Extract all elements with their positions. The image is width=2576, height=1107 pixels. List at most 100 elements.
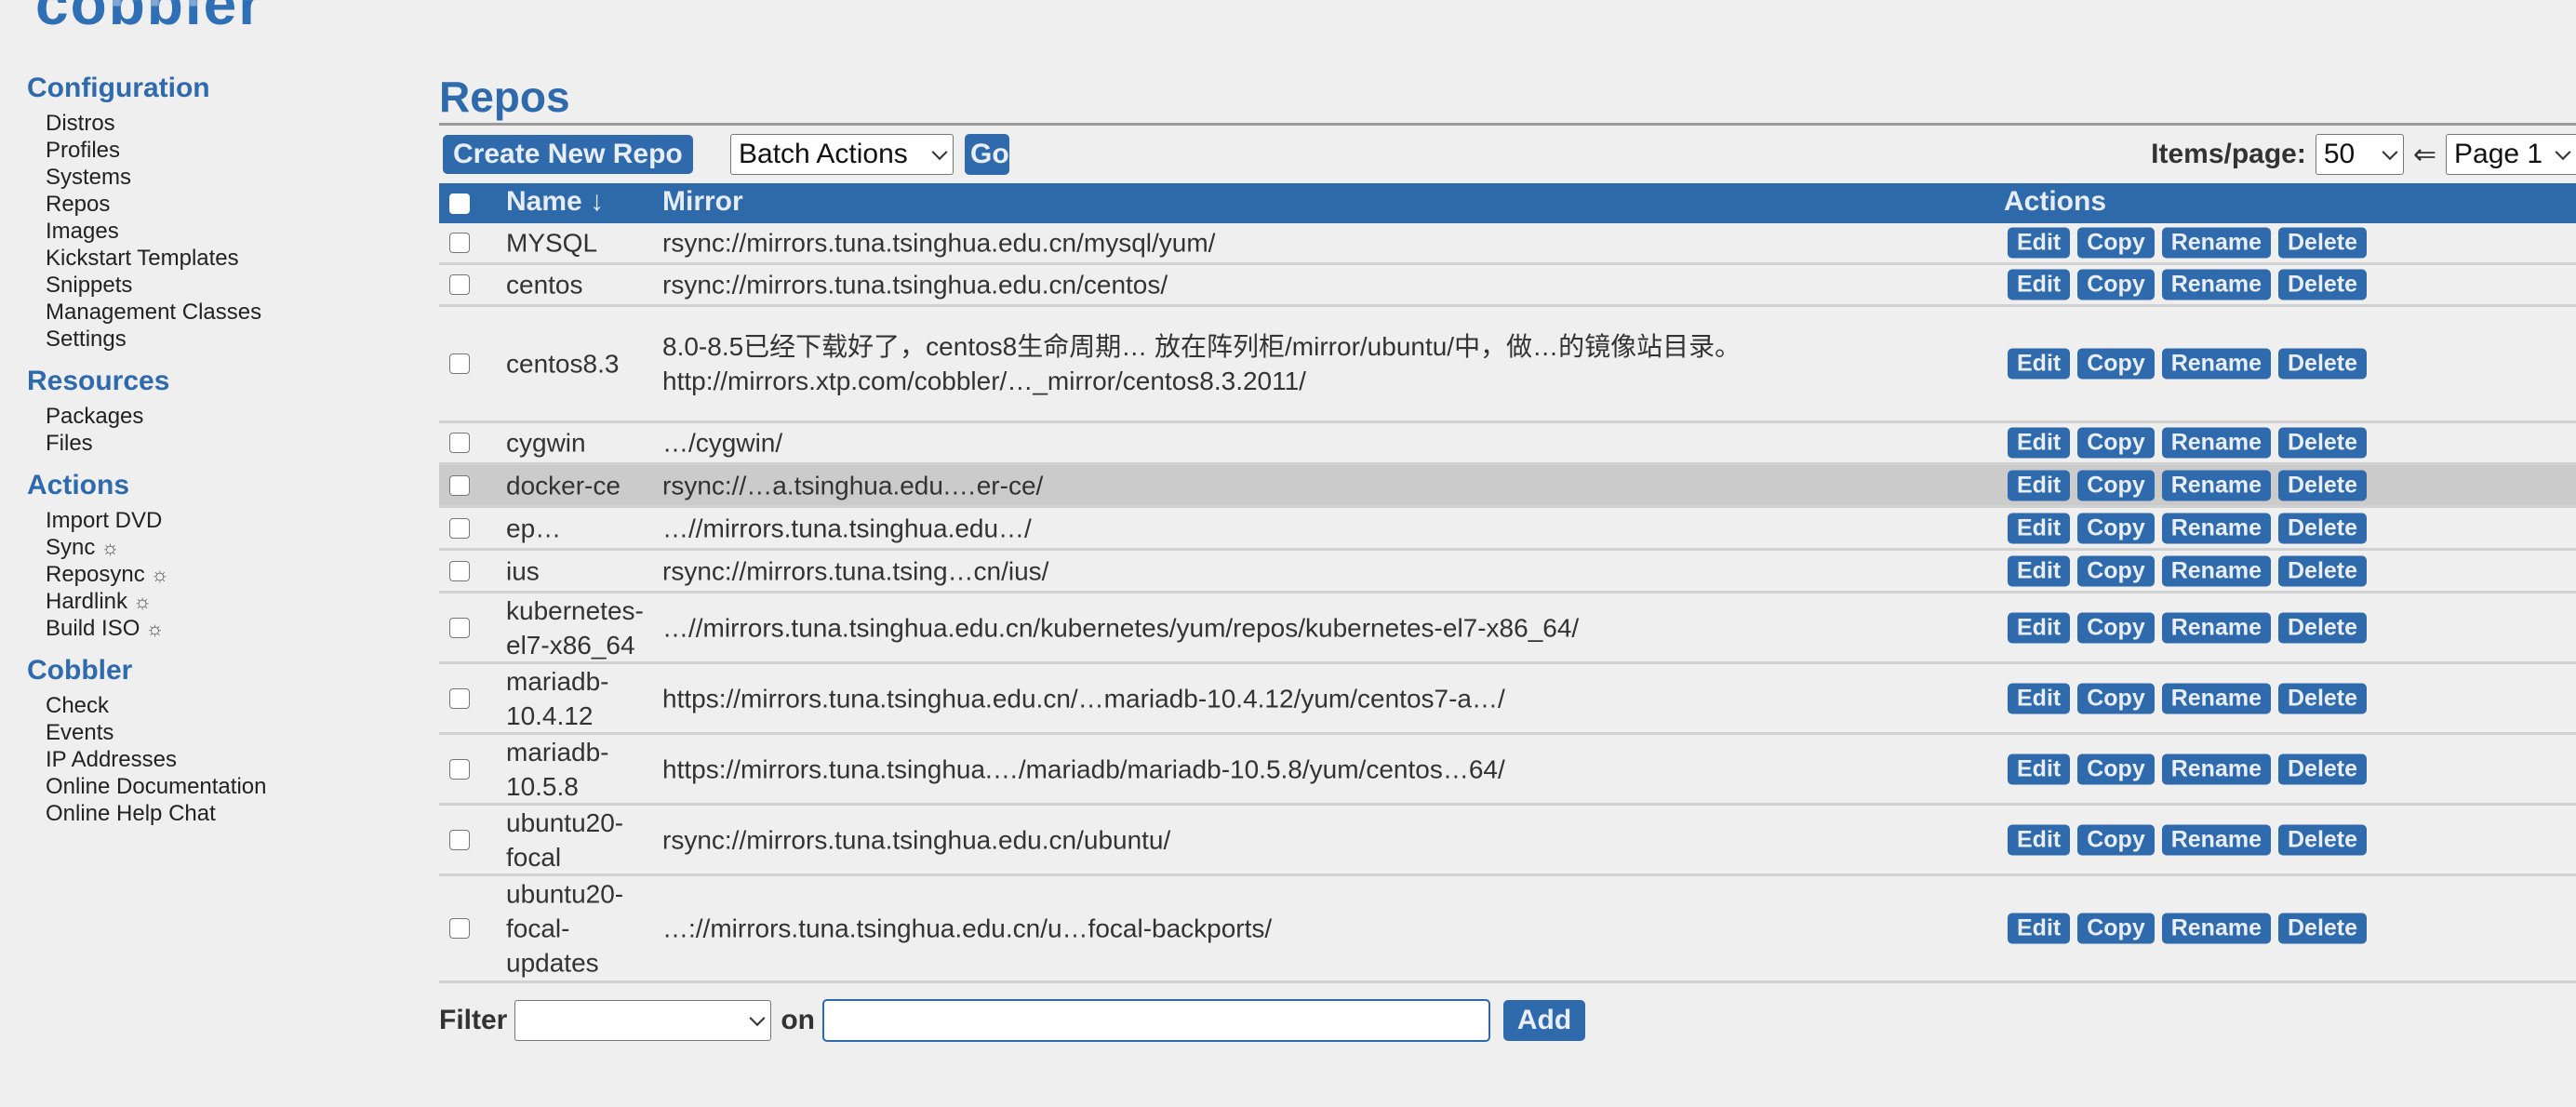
delete-button[interactable]: Delete [2277, 470, 2368, 500]
page-select[interactable]: Page 1 [2446, 134, 2576, 175]
sidebar-item-events[interactable]: Events [46, 719, 399, 746]
edit-button[interactable]: Edit [2008, 612, 2071, 643]
delete-button[interactable]: Delete [2277, 555, 2368, 586]
edit-button[interactable]: Edit [2008, 348, 2071, 380]
delete-button[interactable]: Delete [2277, 513, 2368, 543]
delete-button[interactable]: Delete [2277, 427, 2368, 459]
sidebar-item-ip-addresses[interactable]: IP Addresses [46, 746, 399, 773]
row-checkbox[interactable] [449, 353, 470, 374]
filter-value-input[interactable] [822, 999, 1491, 1042]
edit-button[interactable]: Edit [2008, 269, 2071, 300]
filter-field-select[interactable] [514, 1000, 772, 1041]
delete-button[interactable]: Delete [2277, 683, 2368, 714]
batch-actions-select[interactable]: Batch Actions [730, 134, 954, 175]
row-checkbox[interactable] [449, 433, 470, 453]
go-button[interactable]: Go [965, 134, 1009, 175]
page-title: Repos [439, 73, 570, 121]
edit-button[interactable]: Edit [2008, 513, 2071, 543]
row-checkbox[interactable] [449, 687, 470, 709]
items-per-page-select[interactable]: 50 [2315, 134, 2404, 175]
rename-button[interactable]: Rename [2161, 555, 2271, 586]
sidebar-item-systems[interactable]: Systems [46, 164, 399, 191]
rename-button[interactable]: Rename [2161, 269, 2271, 300]
copy-button[interactable]: Copy [2077, 754, 2155, 784]
create-new-repo-button[interactable]: Create New Repo [443, 135, 693, 174]
sidebar-item-repos[interactable]: Repos [46, 191, 399, 218]
row-checkbox[interactable] [449, 918, 470, 939]
sidebar-item-snippets[interactable]: Snippets [46, 272, 399, 299]
rename-button[interactable]: Rename [2161, 427, 2271, 459]
copy-button[interactable]: Copy [2077, 612, 2155, 643]
delete-button[interactable]: Delete [2277, 612, 2368, 643]
repo-name: ubuntu20-focal [506, 807, 624, 872]
select-all-checkbox[interactable] [449, 193, 470, 214]
edit-button[interactable]: Edit [2008, 754, 2071, 784]
sidebar-item-management-classes[interactable]: Management Classes [46, 299, 399, 326]
add-filter-button[interactable]: Add [1503, 1000, 1586, 1041]
row-checkbox[interactable] [449, 233, 470, 253]
sidebar-item-kickstart-templates[interactable]: Kickstart Templates [46, 245, 399, 272]
prev-page-arrow-icon[interactable]: ⇐ [2413, 139, 2436, 171]
copy-button[interactable]: Copy [2077, 470, 2155, 500]
cobbler-logo[interactable]: cobbler cobbler [35, 0, 352, 43]
sidebar-item-reposync[interactable]: Reposync ☼ [46, 561, 399, 588]
edit-button[interactable]: Edit [2008, 683, 2071, 714]
sidebar-heading: Configuration [27, 73, 210, 103]
edit-button[interactable]: Edit [2008, 913, 2071, 944]
row-checkbox[interactable] [449, 829, 470, 850]
rename-button[interactable]: Rename [2161, 913, 2271, 944]
edit-button[interactable]: Edit [2008, 427, 2071, 459]
row-checkbox[interactable] [449, 560, 470, 581]
sidebar-item-label: Files [46, 431, 93, 456]
copy-button[interactable]: Copy [2077, 913, 2155, 944]
sidebar-item-check[interactable]: Check [46, 692, 399, 719]
row-actions: Edit Copy Rename Delete [2008, 612, 2368, 643]
edit-button[interactable]: Edit [2008, 470, 2071, 500]
row-checkbox[interactable] [449, 474, 470, 496]
sidebar-item-import-dvd[interactable]: Import DVD [46, 507, 399, 534]
rename-button[interactable]: Rename [2161, 513, 2271, 543]
sidebar-item-packages[interactable]: Packages [46, 403, 399, 430]
edit-button[interactable]: Edit [2008, 555, 2071, 586]
sidebar-item-profiles[interactable]: Profiles [46, 137, 399, 164]
table-row: ubuntu20-focal rsync://mirrors.tuna.tsing… [439, 806, 2576, 876]
sidebar-item-build-iso[interactable]: Build ISO ☼ [46, 615, 399, 642]
edit-button[interactable]: Edit [2008, 227, 2071, 259]
sidebar-item-sync[interactable]: Sync ☼ [46, 534, 399, 561]
rename-button[interactable]: Rename [2161, 683, 2271, 714]
delete-button[interactable]: Delete [2277, 269, 2368, 300]
rename-button[interactable]: Rename [2161, 612, 2271, 643]
delete-button[interactable]: Delete [2277, 913, 2368, 944]
copy-button[interactable]: Copy [2077, 513, 2155, 543]
column-header-name[interactable]: Name ↓ [506, 186, 604, 218]
sidebar-item-online-documentation[interactable]: Online Documentation [46, 773, 399, 800]
delete-button[interactable]: Delete [2277, 227, 2368, 259]
copy-button[interactable]: Copy [2077, 683, 2155, 714]
delete-button[interactable]: Delete [2277, 348, 2368, 380]
sidebar-item-files[interactable]: Files [46, 430, 399, 457]
delete-button[interactable]: Delete [2277, 824, 2368, 855]
sidebar-item-settings[interactable]: Settings [46, 326, 399, 353]
copy-button[interactable]: Copy [2077, 555, 2155, 586]
row-checkbox[interactable] [449, 517, 470, 539]
sidebar-item-hardlink[interactable]: Hardlink ☼ [46, 588, 399, 615]
copy-button[interactable]: Copy [2077, 824, 2155, 855]
edit-button[interactable]: Edit [2008, 824, 2071, 855]
copy-button[interactable]: Copy [2077, 348, 2155, 380]
sidebar-item-online-help-chat[interactable]: Online Help Chat [46, 800, 399, 827]
rename-button[interactable]: Rename [2161, 470, 2271, 500]
row-checkbox[interactable] [449, 617, 470, 638]
row-checkbox[interactable] [449, 274, 470, 295]
row-checkbox[interactable] [449, 758, 470, 780]
rename-button[interactable]: Rename [2161, 227, 2271, 259]
sidebar-item-images[interactable]: Images [46, 218, 399, 245]
table-body: MYSQL rsync://mirrors.tuna.tsinghua.edu.c… [439, 223, 2576, 983]
copy-button[interactable]: Copy [2077, 427, 2155, 459]
copy-button[interactable]: Copy [2077, 227, 2155, 259]
sidebar-item-distros[interactable]: Distros [46, 110, 399, 137]
rename-button[interactable]: Rename [2161, 824, 2271, 855]
rename-button[interactable]: Rename [2161, 754, 2271, 784]
delete-button[interactable]: Delete [2277, 754, 2368, 784]
copy-button[interactable]: Copy [2077, 269, 2155, 300]
rename-button[interactable]: Rename [2161, 348, 2271, 380]
